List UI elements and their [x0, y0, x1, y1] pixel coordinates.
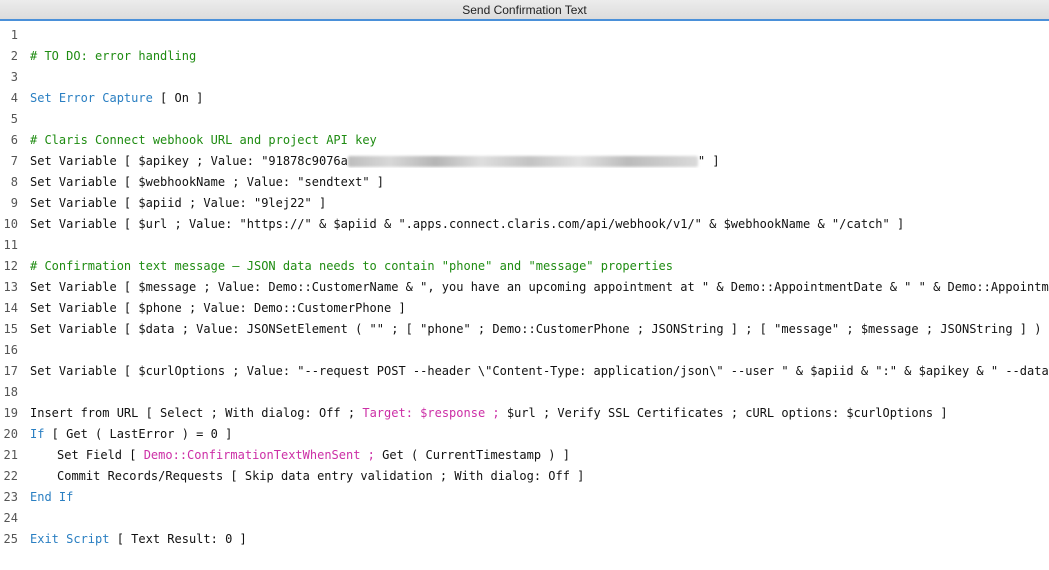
step-text: Set Variable [ $phone ; Value: Demo::Cus… [30, 300, 406, 315]
line-number: 10 [3, 216, 18, 231]
step-text: $url ; Verify SSL Certificates ; cURL op… [499, 405, 948, 420]
script-line[interactable]: 11 [0, 234, 1049, 255]
window-title: Send Confirmation Text [462, 2, 587, 17]
script-step[interactable]: Set Variable [ $webhookName ; Value: "se… [18, 175, 1049, 189]
script-line[interactable]: 12 # Confirmation text message – JSON dat… [0, 255, 1049, 276]
script-line[interactable]: 3 [0, 66, 1049, 87]
step-text: Insert from URL [ Select ; With dialog: … [30, 405, 363, 420]
script-line[interactable]: 20 If [ Get ( LastError ) = 0 ] [0, 423, 1049, 444]
script-line[interactable]: 4 Set Error Capture [ On ] [0, 87, 1049, 108]
line-number: 3 [10, 69, 18, 84]
script-line[interactable]: 16 [0, 339, 1049, 360]
step-text: [ On ] [152, 90, 204, 105]
redacted-api-key [347, 155, 698, 167]
line-number: 1 [10, 27, 18, 42]
script-line[interactable]: 19 Insert from URL [ Select ; With dialog… [0, 402, 1049, 423]
script-step[interactable]: Set Variable [ $apiid ; Value: "9lej22" … [18, 196, 1049, 210]
script-step[interactable]: Set Variable [ $data ; Value: JSONSetEle… [18, 322, 1049, 336]
script-line[interactable]: 8 Set Variable [ $webhookName ; Value: "s… [0, 171, 1049, 192]
script-step[interactable]: Set Error Capture [ On ] [18, 91, 1049, 105]
script-step[interactable]: Set Variable [ $url ; Value: "https://" … [18, 217, 1049, 231]
step-text: [ Text Result: 0 ] [109, 531, 247, 546]
script-step[interactable]: Insert from URL [ Select ; With dialog: … [18, 406, 1049, 420]
script-line[interactable]: 6 # Claris Connect webhook URL and projec… [0, 129, 1049, 150]
field-reference: Demo::ConfirmationTextWhenSent ; [143, 447, 375, 462]
line-number: 22 [3, 468, 18, 483]
step-text: Set Variable [ $url ; Value: "https://" … [30, 216, 905, 231]
script-step[interactable]: Set Variable [ $phone ; Value: Demo::Cus… [18, 301, 1049, 315]
window-titlebar[interactable]: Send Confirmation Text [0, 0, 1049, 21]
comment-text: # Claris Connect webhook URL and project… [30, 132, 377, 147]
line-number: 19 [3, 405, 18, 420]
step-text: Set Variable [ $curlOptions ; Value: "--… [30, 363, 1049, 378]
script-step-keyword: Set Error Capture [30, 90, 153, 105]
script-step[interactable]: Set Variable [ $curlOptions ; Value: "--… [18, 364, 1049, 378]
step-text: " ] [697, 153, 720, 168]
script-step[interactable]: If [ Get ( LastError ) = 0 ] [18, 427, 1049, 441]
script-line[interactable]: 14 Set Variable [ $phone ; Value: Demo::C… [0, 297, 1049, 318]
line-number: 2 [10, 48, 18, 63]
script-step[interactable]: # TO DO: error handling [18, 49, 1049, 63]
line-number: 17 [3, 363, 18, 378]
field-reference: Target: $response ; [362, 405, 500, 420]
line-number: 18 [3, 384, 18, 399]
line-number: 8 [10, 174, 18, 189]
script-line[interactable]: 2 # TO DO: error handling [0, 45, 1049, 66]
script-step[interactable]: # Confirmation text message – JSON data … [18, 259, 1049, 273]
script-line[interactable]: 5 [0, 108, 1049, 129]
script-step-keyword: If [30, 426, 45, 441]
script-step-keyword: End If [30, 489, 74, 504]
script-step[interactable]: # Claris Connect webhook URL and project… [18, 133, 1049, 147]
script-line[interactable]: 25 Exit Script [ Text Result: 0 ] [0, 528, 1049, 549]
script-step-keyword: Exit Script [30, 531, 110, 546]
script-line[interactable]: 15 Set Variable [ $data ; Value: JSONSetE… [0, 318, 1049, 339]
script-line[interactable]: 18 [0, 381, 1049, 402]
step-text: Set Variable [ $webhookName ; Value: "se… [30, 174, 385, 189]
script-step[interactable]: Set Field [ Demo::ConfirmationTextWhenSe… [18, 448, 1049, 462]
script-line[interactable]: 1 [0, 24, 1049, 45]
script-line[interactable]: 21 Set Field [ Demo::ConfirmationTextWhen… [0, 444, 1049, 465]
script-line[interactable]: 23 End If [0, 486, 1049, 507]
script-line[interactable]: 7 Set Variable [ $apikey ; Value: "91878c… [0, 150, 1049, 171]
line-number: 5 [10, 111, 18, 126]
comment-text: # TO DO: error handling [30, 48, 197, 63]
line-number: 24 [3, 510, 18, 525]
line-number: 9 [10, 195, 18, 210]
script-line[interactable]: 9 Set Variable [ $apiid ; Value: "9lej22"… [0, 192, 1049, 213]
line-number: 21 [3, 447, 18, 462]
step-text: Set Field [ [57, 447, 144, 462]
script-editor[interactable]: 1 2 # TO DO: error handling 3 4 Set Error Cap… [0, 21, 1049, 549]
line-number: 23 [3, 489, 18, 504]
step-text: Set Variable [ $apiid ; Value: "9lej22" … [30, 195, 327, 210]
step-text: Set Variable [ $apikey ; Value: "91878c9… [30, 153, 348, 168]
script-line[interactable]: 22 Commit Records/Requests [ Skip data en… [0, 465, 1049, 486]
line-number: 11 [3, 237, 18, 252]
script-line[interactable]: 10 Set Variable [ $url ; Value: "https://… [0, 213, 1049, 234]
step-text: [ Get ( LastError ) = 0 ] [44, 426, 233, 441]
line-number: 16 [3, 342, 18, 357]
line-number: 13 [3, 279, 18, 294]
line-number: 6 [10, 132, 18, 147]
line-number: 20 [3, 426, 18, 441]
script-line[interactable]: 13 Set Variable [ $message ; Value: Demo:… [0, 276, 1049, 297]
line-number: 15 [3, 321, 18, 336]
line-number: 12 [3, 258, 18, 273]
script-step[interactable]: Exit Script [ Text Result: 0 ] [18, 532, 1049, 546]
script-line[interactable]: 17 Set Variable [ $curlOptions ; Value: "… [0, 360, 1049, 381]
line-number: 14 [3, 300, 18, 315]
script-step[interactable]: Set Variable [ $message ; Value: Demo::C… [18, 280, 1049, 294]
step-text: Get ( CurrentTimestamp ) ] [374, 447, 570, 462]
step-text: Set Variable [ $message ; Value: Demo::C… [30, 279, 1049, 294]
script-step[interactable]: End If [18, 490, 1049, 504]
line-number: 25 [3, 531, 18, 546]
line-number: 4 [10, 90, 18, 105]
comment-text: # Confirmation text message – JSON data … [30, 258, 673, 273]
step-text: Commit Records/Requests [ Skip data entr… [57, 468, 585, 483]
line-number: 7 [10, 153, 18, 168]
step-text: Set Variable [ $data ; Value: JSONSetEle… [30, 321, 1049, 336]
script-step[interactable]: Set Variable [ $apikey ; Value: "91878c9… [18, 154, 1049, 168]
script-step[interactable]: Commit Records/Requests [ Skip data entr… [18, 469, 1049, 483]
script-line[interactable]: 24 [0, 507, 1049, 528]
